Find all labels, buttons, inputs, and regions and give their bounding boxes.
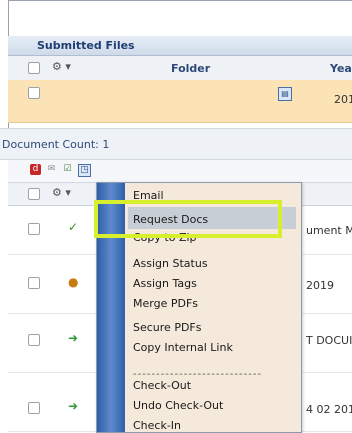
submitted-files-title: Submitted Files	[37, 39, 135, 52]
submitted-file-row[interactable]: ▤ 2019	[8, 80, 352, 123]
row-year: 2019	[334, 93, 352, 106]
submitted-files-header: Submitted Files	[8, 36, 352, 56]
document-name[interactable]: T DOCUI	[306, 334, 352, 347]
document-date: 4 02 201	[306, 403, 352, 416]
menu-item-copy-internal-link[interactable]: Copy Internal Link	[133, 341, 233, 354]
menu-item-assign-tags[interactable]: Assign Tags	[133, 277, 197, 290]
document-count-row: Document Count: 1	[0, 128, 352, 160]
menu-item-check-out[interactable]: Check-Out	[133, 379, 191, 392]
menu-item-check-in[interactable]: Check-In	[133, 419, 181, 432]
row-checkbox[interactable]	[28, 334, 40, 346]
pen-check-icon[interactable]: ✓	[68, 220, 78, 234]
menu-item-merge-pdfs[interactable]: Merge PDFs	[133, 297, 198, 310]
year-column-header[interactable]: Year	[330, 62, 352, 75]
gear-icon[interactable]: ⚙ ▾	[52, 60, 71, 73]
menu-item-undo-check-out[interactable]: Undo Check-Out	[133, 399, 223, 412]
check-doc-icon[interactable]: ☑	[62, 164, 73, 175]
row-checkbox[interactable]	[28, 223, 40, 235]
documents-toolbar: d ✉ ☑ ◳	[8, 160, 352, 183]
pdf-icon[interactable]: d	[30, 164, 41, 175]
view-icon[interactable]: ◳	[78, 164, 91, 177]
document-year: 2019	[306, 279, 334, 292]
submitted-files-column-header: ⚙ ▾ Folder Year	[8, 56, 352, 81]
row-checkbox[interactable]	[28, 402, 40, 414]
arrow-right-icon[interactable]: ➜	[68, 331, 78, 345]
email-icon[interactable]: ✉	[46, 164, 57, 175]
folder-column-header[interactable]: Folder	[171, 62, 210, 75]
gear-icon[interactable]: ⚙ ▾	[52, 186, 71, 199]
person-icon[interactable]: ●	[68, 275, 78, 289]
select-all-checkbox[interactable]	[28, 62, 40, 74]
menu-item-assign-status[interactable]: Assign Status	[133, 257, 208, 270]
arrow-right-icon[interactable]: ➜	[68, 399, 78, 413]
document-name[interactable]: ument M	[306, 224, 352, 237]
documents-select-all-checkbox[interactable]	[28, 188, 40, 200]
highlight-outline	[94, 200, 282, 238]
menu-item-secure-pdfs[interactable]: Secure PDFs	[133, 321, 201, 334]
row-checkbox[interactable]	[28, 87, 40, 99]
row-checkbox[interactable]	[28, 277, 40, 289]
file-icon[interactable]: ▤	[278, 87, 292, 101]
document-count: Document Count: 1	[2, 138, 110, 151]
